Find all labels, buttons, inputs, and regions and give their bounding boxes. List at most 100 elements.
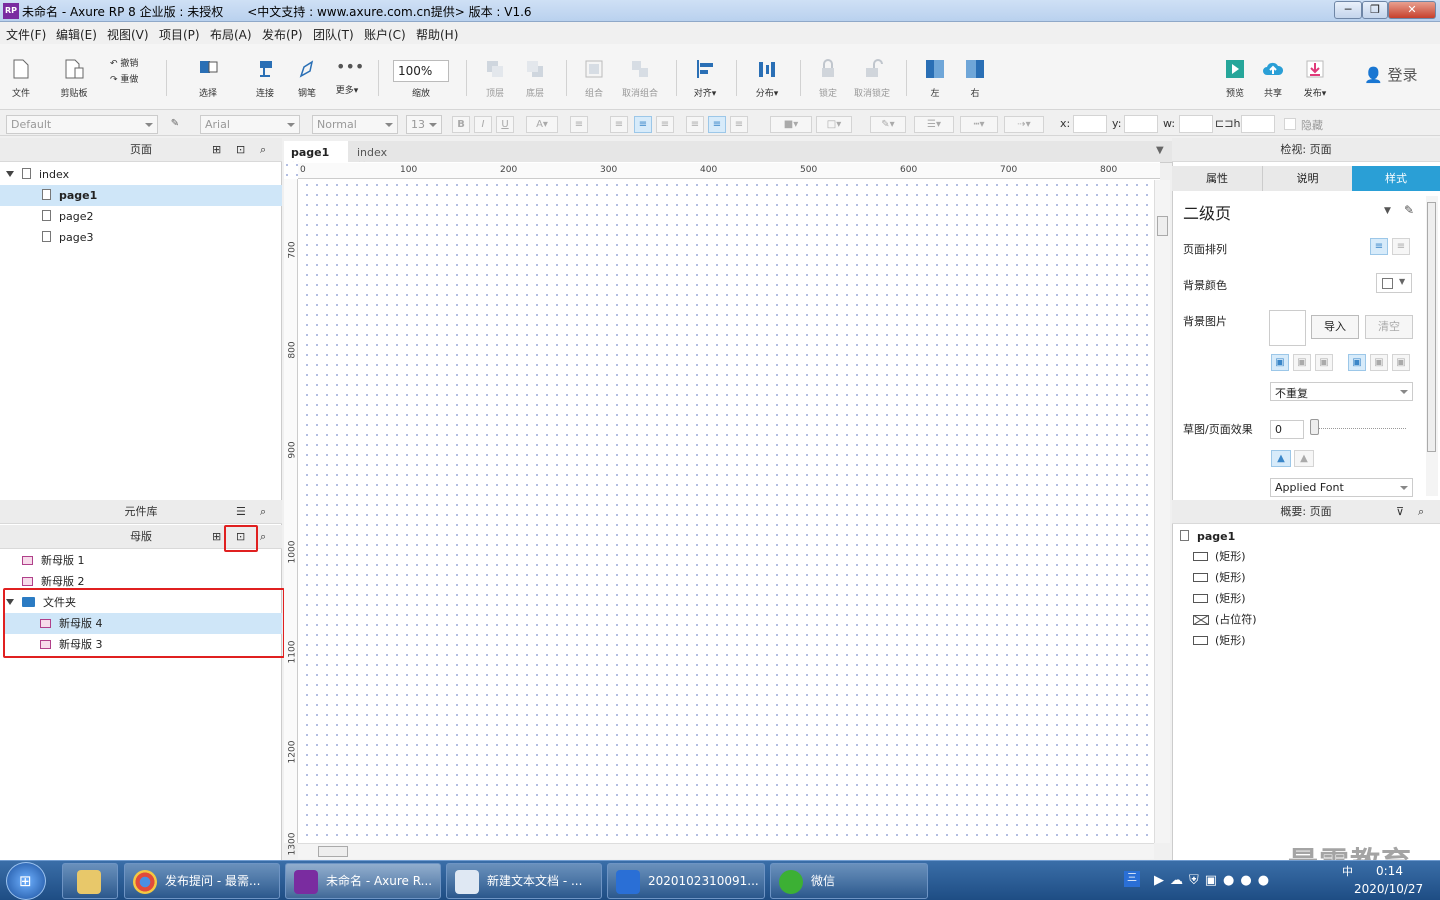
outline-item[interactable]: (矩形) bbox=[1193, 588, 1246, 609]
send-to-back-button[interactable]: 底层 bbox=[520, 58, 550, 99]
distribute-button[interactable]: 分布▾ bbox=[750, 58, 784, 99]
import-button[interactable]: 导入 bbox=[1311, 315, 1359, 339]
menu-publish[interactable]: 发布(P) bbox=[262, 26, 303, 43]
style-select[interactable]: Default bbox=[6, 115, 158, 134]
align-center-button[interactable]: ≡ bbox=[634, 116, 652, 133]
bold-button[interactable]: B bbox=[452, 116, 470, 133]
add-folder-icon[interactable]: ⊡ bbox=[236, 138, 245, 162]
menu-help[interactable]: 帮助(H) bbox=[416, 26, 458, 43]
taskbar-item[interactable]: 微信 bbox=[770, 863, 928, 899]
bring-to-front-button[interactable]: 顶层 bbox=[480, 58, 510, 99]
tabs-dropdown-icon[interactable]: ▼ bbox=[1156, 145, 1164, 156]
master-item[interactable]: 新母版 1 bbox=[22, 550, 85, 571]
sketch-slider[interactable] bbox=[1312, 428, 1406, 429]
align-button[interactable]: 对齐▾ bbox=[688, 58, 722, 99]
menu-project[interactable]: 项目(P) bbox=[159, 26, 200, 43]
menu-file[interactable]: 文件(F) bbox=[6, 26, 46, 43]
library-menu-icon[interactable]: ☰ bbox=[236, 500, 246, 524]
inspector-scrollbar[interactable] bbox=[1426, 196, 1438, 496]
clipboard-button[interactable]: 剪贴板 bbox=[58, 58, 90, 99]
scroll-thumb[interactable] bbox=[1157, 216, 1168, 236]
menu-account[interactable]: 账户(C) bbox=[364, 26, 406, 43]
design-canvas[interactable] bbox=[284, 162, 1160, 843]
w-input[interactable] bbox=[1179, 115, 1213, 133]
page-style-name[interactable]: 二级页 bbox=[1183, 200, 1231, 224]
start-button[interactable]: ⊞ bbox=[6, 862, 46, 900]
system-tray-icons[interactable]: ▶☁⛨▣●●● bbox=[1154, 873, 1324, 889]
hide-checkbox[interactable] bbox=[1284, 118, 1296, 130]
font-family-select[interactable]: Applied Font bbox=[1270, 478, 1413, 497]
file-button[interactable]: 文件 bbox=[6, 58, 36, 99]
x-input[interactable] bbox=[1073, 115, 1107, 133]
taskbar-item[interactable]: 未命名 - Axure R... bbox=[285, 863, 441, 899]
outline-item[interactable]: (矩形) bbox=[1193, 546, 1246, 567]
preview-button[interactable]: 预览 bbox=[1220, 58, 1250, 99]
search-icon[interactable]: ⌕ bbox=[260, 500, 266, 524]
outline-root[interactable]: page1 bbox=[1180, 526, 1235, 547]
slider-handle[interactable] bbox=[1310, 419, 1319, 435]
add-page-icon[interactable]: ⊞ bbox=[212, 138, 221, 162]
page-item[interactable]: page3 bbox=[42, 227, 93, 248]
image-valign-bottom-button[interactable]: ▣ bbox=[1392, 354, 1410, 371]
arrow-style-button[interactable]: ⇢▾ bbox=[1004, 116, 1044, 133]
fill-color-button[interactable]: ■▾ bbox=[770, 116, 812, 133]
filter-icon[interactable]: ⊽ bbox=[1396, 500, 1404, 524]
redo-button[interactable]: ↷ 重做 bbox=[110, 72, 150, 85]
left-panel-toggle[interactable]: 左 bbox=[920, 58, 950, 99]
sketch-input[interactable]: 0 bbox=[1270, 420, 1304, 439]
valign-top-button[interactable]: ≡ bbox=[686, 116, 704, 133]
grayscale-mode-button[interactable]: ▲ bbox=[1294, 450, 1314, 467]
page-tree-root[interactable]: index bbox=[6, 164, 282, 185]
outline-item[interactable]: (占位符) bbox=[1193, 609, 1257, 630]
taskbar-item[interactable]: 发布提问 - 最需... bbox=[124, 863, 280, 899]
font-color-button[interactable]: A▾ bbox=[526, 116, 558, 133]
tab-properties[interactable]: 属性 bbox=[1172, 166, 1262, 191]
login-button[interactable]: 👤 登录 bbox=[1364, 64, 1417, 85]
right-panel-toggle[interactable]: 右 bbox=[960, 58, 990, 99]
underline-button[interactable]: U bbox=[496, 116, 514, 133]
h-input[interactable] bbox=[1241, 115, 1275, 133]
italic-button[interactable]: I bbox=[474, 116, 492, 133]
publish-button[interactable]: 发布▾ bbox=[1298, 58, 1332, 99]
select-button[interactable]: 选择 bbox=[178, 58, 238, 99]
explorer-taskbar-button[interactable] bbox=[62, 863, 118, 899]
color-mode-button[interactable]: ▲ bbox=[1271, 450, 1291, 467]
valign-middle-button[interactable]: ≡ bbox=[708, 116, 726, 133]
align-right-button[interactable]: ≡ bbox=[656, 116, 674, 133]
y-input[interactable] bbox=[1124, 115, 1158, 133]
ungroup-button[interactable]: 取消组合 bbox=[618, 58, 662, 99]
expand-arrow-icon[interactable] bbox=[6, 171, 14, 177]
line-width-button[interactable]: ☰▾ bbox=[914, 116, 954, 133]
taskbar-item[interactable]: 2020102310091... bbox=[607, 863, 765, 899]
bg-color-picker[interactable]: ▼ bbox=[1376, 273, 1412, 293]
clear-button[interactable]: 清空 bbox=[1365, 315, 1413, 339]
tab-page1[interactable]: page1 ✕ bbox=[284, 141, 348, 172]
tab-style[interactable]: 样式 bbox=[1352, 166, 1440, 191]
menu-team[interactable]: 团队(T) bbox=[313, 26, 354, 43]
font-select[interactable]: Arial bbox=[200, 115, 300, 134]
lock-button[interactable]: 锁定 bbox=[812, 58, 844, 99]
zoom-select[interactable]: 100% bbox=[393, 60, 449, 82]
image-valign-middle-button[interactable]: ▣ bbox=[1370, 354, 1388, 371]
page-item[interactable]: page2 bbox=[42, 206, 93, 227]
ime-icon[interactable]: 三 bbox=[1124, 871, 1140, 887]
menu-view[interactable]: 视图(V) bbox=[107, 26, 149, 43]
close-window-button[interactable]: ✕ bbox=[1388, 1, 1436, 19]
connect-button[interactable]: 连接 bbox=[250, 58, 280, 99]
group-button[interactable]: 组合 bbox=[578, 58, 610, 99]
search-icon[interactable]: ⌕ bbox=[260, 525, 266, 549]
maximize-button[interactable]: ❐ bbox=[1362, 1, 1388, 19]
vertical-scrollbar[interactable] bbox=[1154, 180, 1170, 843]
tab-notes[interactable]: 说明 bbox=[1262, 166, 1352, 191]
line-color-button[interactable]: ✎▾ bbox=[870, 116, 906, 133]
edit-style-icon[interactable]: ✎ bbox=[1404, 203, 1414, 217]
minimize-button[interactable]: ─ bbox=[1334, 1, 1362, 19]
horizontal-scrollbar[interactable] bbox=[298, 843, 1154, 859]
repeat-select[interactable]: 不重复 bbox=[1270, 382, 1413, 401]
image-align-left-button[interactable]: ▣ bbox=[1271, 354, 1289, 371]
align-left-page-button[interactable]: ≡ bbox=[1370, 238, 1388, 255]
add-master-icon[interactable]: ⊞ bbox=[212, 525, 221, 549]
taskbar-item[interactable]: 新建文本文档 - ... bbox=[446, 863, 602, 899]
share-button[interactable]: 共享 bbox=[1258, 58, 1288, 99]
chevron-down-icon[interactable]: ▼ bbox=[1384, 206, 1391, 216]
